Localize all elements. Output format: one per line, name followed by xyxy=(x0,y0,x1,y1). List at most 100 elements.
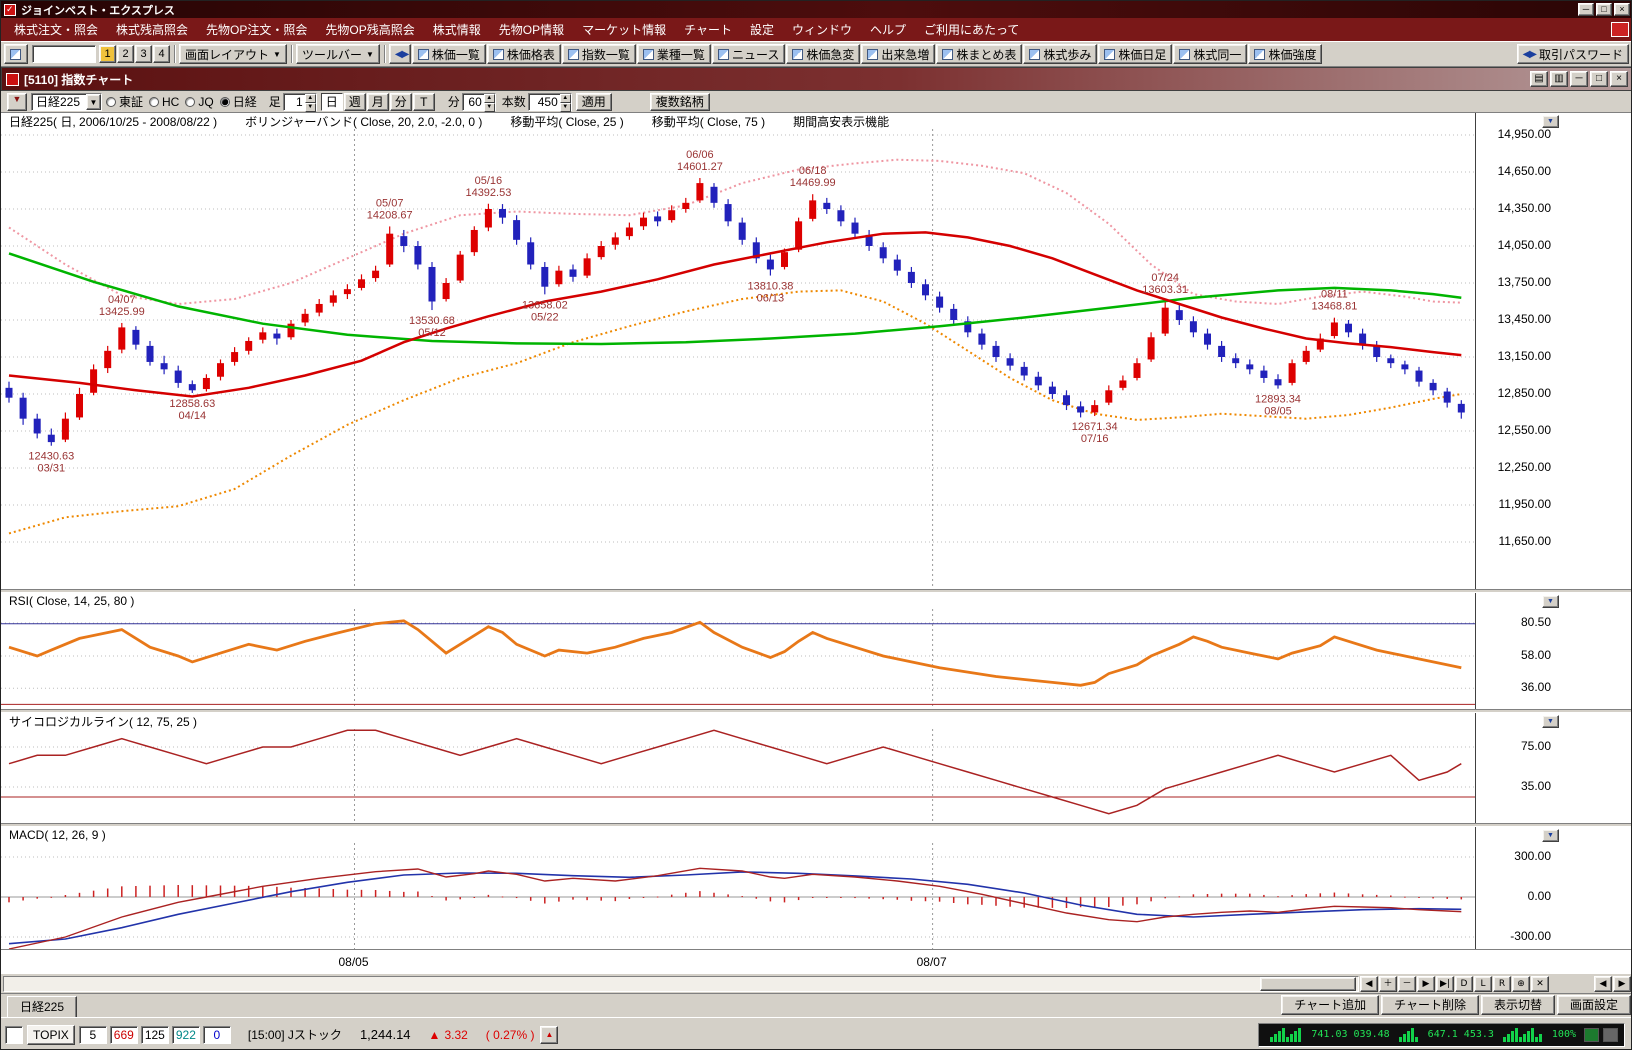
tool-button-5[interactable]: 株価急変 xyxy=(786,44,860,64)
tool-button-6[interactable]: 出来急増 xyxy=(861,44,935,64)
scroll-button-4[interactable]: ▶| xyxy=(1436,976,1454,992)
screen-layout-button[interactable]: 画面レイアウト▼ xyxy=(179,44,287,64)
toolbar-menu-button[interactable]: ツールバー▼ xyxy=(296,44,380,64)
market-radio-東証[interactable]: 東証 xyxy=(106,93,143,110)
trade-password-button[interactable]: ◀▶取引パスワード xyxy=(1517,44,1629,64)
symbol-select-button[interactable]: ▼ xyxy=(7,93,27,111)
scroll-button-1[interactable]: ＋ xyxy=(1379,976,1397,992)
main-chart-canvas[interactable]: 12430.6303/3104/0713425.9912858.6304/140… xyxy=(1,129,1475,589)
minute-label: 分 xyxy=(448,93,460,110)
period-button-日[interactable]: 日 xyxy=(321,93,343,111)
menu-item-9[interactable]: ウィンドウ xyxy=(783,18,861,41)
tool-button-11[interactable]: 株価強度 xyxy=(1248,44,1322,64)
mdi-window-button-4[interactable]: × xyxy=(1610,71,1628,87)
minimize-button[interactable]: ─ xyxy=(1578,3,1594,16)
tool-icon xyxy=(718,49,729,60)
workspace-button-2[interactable]: 2 xyxy=(117,45,134,63)
apply-button[interactable]: 適用 xyxy=(576,93,612,111)
macd-chart-canvas[interactable] xyxy=(1,843,1475,949)
layout-grid-icon[interactable] xyxy=(4,44,28,64)
tool-button-2[interactable]: 指数一覧 xyxy=(562,44,636,64)
symbol-combo[interactable]: 日経225 ▼ xyxy=(31,93,102,111)
tool-button-3[interactable]: 業種一覧 xyxy=(637,44,711,64)
tool-button-10[interactable]: 株式同一 xyxy=(1173,44,1247,64)
tool-button-4[interactable]: ニュース xyxy=(712,44,785,64)
tool-button-1[interactable]: 株価格表 xyxy=(487,44,561,64)
tool-button-0[interactable]: 株価一覧 xyxy=(412,44,486,64)
menu-item-6[interactable]: マーケット情報 xyxy=(573,18,675,41)
topix-button[interactable]: TOPIX xyxy=(27,1025,75,1045)
menu-item-0[interactable]: 株式注文・照会 xyxy=(5,18,107,41)
tab-nikkei225[interactable]: 日経225 xyxy=(7,996,77,1017)
ma25-label: 移動平均( Close, 25 ) xyxy=(510,113,623,130)
rsi-chart-canvas[interactable] xyxy=(1,609,1475,709)
bar-count-field[interactable]: 1 ▲▼ xyxy=(283,93,317,111)
maximize-button[interactable]: □ xyxy=(1596,3,1612,16)
tool-icon xyxy=(418,49,429,60)
scroll-button-6[interactable]: L xyxy=(1474,976,1492,992)
workspace-button-4[interactable]: 4 xyxy=(153,45,170,63)
menu-item-10[interactable]: ヘルプ xyxy=(861,18,915,41)
footer-button-1[interactable]: チャート削除 xyxy=(1381,995,1479,1015)
period-button-月[interactable]: 月 xyxy=(367,93,389,111)
market-radio-JQ[interactable]: JQ xyxy=(185,95,213,109)
market-radio-HC[interactable]: HC xyxy=(149,95,179,109)
status-cell-4: 0 xyxy=(203,1026,231,1044)
close-button[interactable]: × xyxy=(1614,3,1630,16)
market-radio-日経[interactable]: 日経 xyxy=(220,93,257,110)
scroll-button-2[interactable]: － xyxy=(1398,976,1416,992)
menu-item-8[interactable]: 設定 xyxy=(741,18,783,41)
chart-scrollbar-thumb[interactable] xyxy=(1260,977,1356,991)
menu-item-4[interactable]: 株式情報 xyxy=(424,18,490,41)
toolbar-collapse-icon[interactable]: ◀▶ xyxy=(389,44,411,64)
popup-toggle-button[interactable]: ▲ xyxy=(540,1026,558,1044)
time-axis: 08/0508/07 xyxy=(1,949,1632,973)
mdi-window-button-0[interactable]: ▤ xyxy=(1530,71,1548,87)
period-high-annotation: 05/0714208.67 xyxy=(367,197,413,221)
rsi-panel-dropdown-button[interactable]: ▼ xyxy=(1542,595,1559,608)
menu-item-7[interactable]: チャート xyxy=(675,18,741,41)
chevron-down-icon: ▼ xyxy=(366,50,374,59)
workspace-button-1[interactable]: 1 xyxy=(99,45,116,63)
menu-item-11[interactable]: ご利用にあたって xyxy=(915,18,1028,41)
mdi-window-button-2[interactable]: ─ xyxy=(1570,71,1588,87)
corner-scroll-button-1[interactable]: ▶ xyxy=(1613,976,1631,992)
bars-field[interactable]: 450 ▲▼ xyxy=(528,93,572,111)
radio-icon xyxy=(149,97,159,107)
chart-scrollbar-track[interactable] xyxy=(3,976,1359,992)
footer-button-3[interactable]: 画面設定 xyxy=(1557,995,1631,1015)
footer-button-2[interactable]: 表示切替 xyxy=(1481,995,1555,1015)
workspace-button-3[interactable]: 3 xyxy=(135,45,152,63)
period-button-週[interactable]: 週 xyxy=(344,93,366,111)
multi-symbol-button[interactable]: 複数銘柄 xyxy=(650,93,710,111)
axis-tick-label: 14,050.00 xyxy=(1479,238,1551,252)
tool-button-9[interactable]: 株価日足 xyxy=(1098,44,1172,64)
minute-field[interactable]: 60 ▲▼ xyxy=(462,93,496,111)
chevron-down-icon[interactable]: ▼ xyxy=(86,94,101,110)
menu-item-2[interactable]: 先物OP注文・照会 xyxy=(197,18,316,41)
scroll-button-9[interactable]: ✕ xyxy=(1531,976,1549,992)
psych-chart-canvas[interactable] xyxy=(1,729,1475,823)
quick-code-input[interactable] xyxy=(32,45,96,63)
scroll-button-5[interactable]: D xyxy=(1455,976,1473,992)
menu-item-1[interactable]: 株式残高照会 xyxy=(107,18,197,41)
scroll-button-0[interactable]: ◀ xyxy=(1360,976,1378,992)
footer-button-0[interactable]: チャート追加 xyxy=(1281,995,1379,1015)
corner-scroll-button-0[interactable]: ◀ xyxy=(1594,976,1612,992)
mdi-window-button-3[interactable]: □ xyxy=(1590,71,1608,87)
mdi-window-button-1[interactable]: ▥ xyxy=(1550,71,1568,87)
psych-panel-dropdown-button[interactable]: ▼ xyxy=(1542,715,1559,728)
scroll-button-7[interactable]: R xyxy=(1493,976,1511,992)
tool-button-7[interactable]: 株まとめ表 xyxy=(936,44,1022,64)
menu-item-3[interactable]: 先物OP残高照会 xyxy=(316,18,423,41)
macd-panel-dropdown-button[interactable]: ▼ xyxy=(1542,829,1559,842)
axis-tick-label: 14,950.00 xyxy=(1479,127,1551,141)
tool-button-8[interactable]: 株式歩み xyxy=(1023,44,1097,64)
period-button-分[interactable]: 分 xyxy=(390,93,412,111)
period-button-T[interactable]: T xyxy=(413,93,435,111)
scroll-button-8[interactable]: ⊕ xyxy=(1512,976,1530,992)
app-icon xyxy=(4,4,16,16)
menu-item-5[interactable]: 先物OP情報 xyxy=(490,18,573,41)
tool-icon xyxy=(792,49,803,60)
scroll-button-3[interactable]: ▶ xyxy=(1417,976,1435,992)
